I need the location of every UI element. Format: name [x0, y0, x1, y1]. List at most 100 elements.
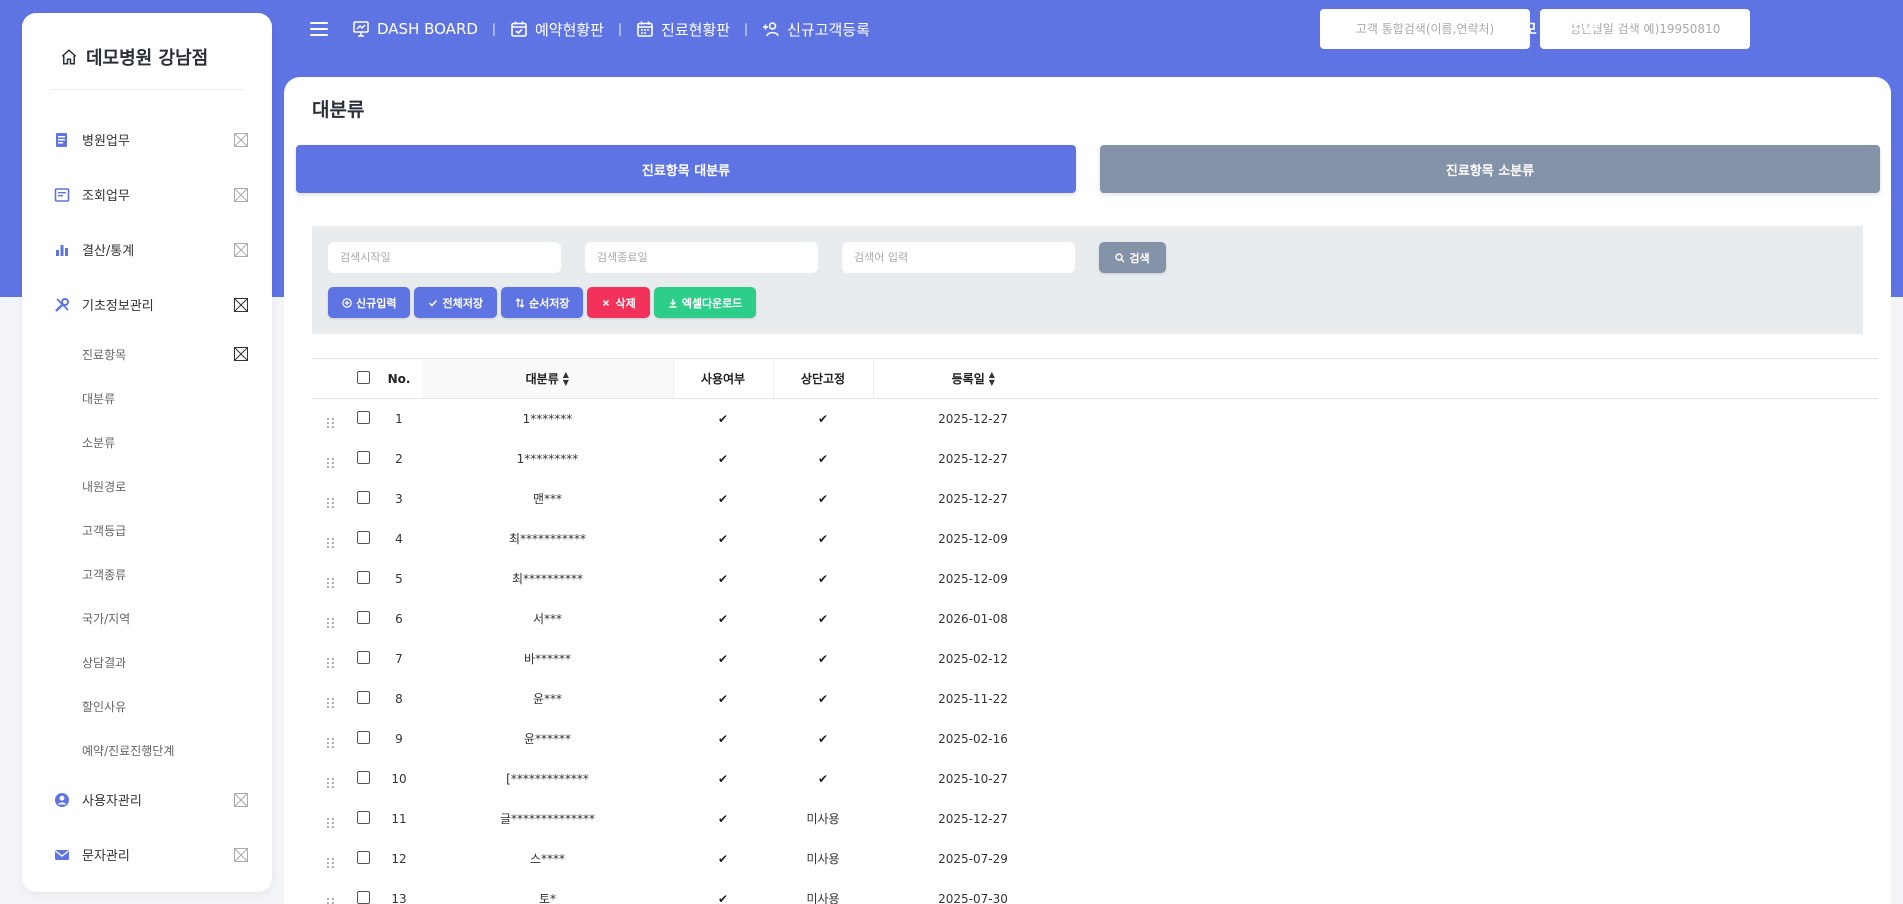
- row-category[interactable]: 윤***: [422, 679, 673, 719]
- sidebar-item-statistics[interactable]: 결산/통계: [22, 222, 272, 277]
- row-category[interactable]: 글**************: [422, 799, 673, 839]
- tab-major-category[interactable]: 진료항목 대분류: [296, 145, 1076, 193]
- save-order-button[interactable]: 순서저장: [500, 287, 584, 318]
- row-checkbox[interactable]: [356, 530, 370, 544]
- row-checkbox[interactable]: [356, 410, 370, 424]
- keyword-input[interactable]: [842, 242, 1075, 273]
- table-row[interactable]: 8 윤*** ✔ ✔ 2025-11-22: [312, 679, 1878, 719]
- sidebar-subitem-country[interactable]: 국가/지역: [22, 596, 272, 640]
- table-row[interactable]: 3 맨*** ✔ ✔ 2025-12-27: [312, 479, 1878, 519]
- sidebar-subitem-visit-route[interactable]: 내원경로: [22, 464, 272, 508]
- table-row[interactable]: 2 1********* ✔ ✔ 2025-12-27: [312, 439, 1878, 479]
- sidebar-subitem-progress-stage[interactable]: 예약/진료진행단계: [22, 728, 272, 772]
- row-checkbox[interactable]: [356, 690, 370, 704]
- drag-handle-icon[interactable]: [327, 578, 335, 588]
- drag-handle-icon[interactable]: [327, 538, 335, 548]
- drag-handle-icon[interactable]: [327, 658, 335, 668]
- sidebar-item-hospital-work[interactable]: 병원업무: [22, 112, 272, 167]
- table-row[interactable]: 9 윤****** ✔ ✔ 2025-02-16: [312, 719, 1878, 759]
- tab-minor-category[interactable]: 진료항목 소분류: [1100, 145, 1880, 193]
- hamburger-menu-icon[interactable]: [310, 22, 328, 36]
- nav-treatment-board[interactable]: 진료현황판: [636, 19, 730, 40]
- table-row[interactable]: 1 1******* ✔ ✔ 2025-12-27: [312, 399, 1878, 439]
- end-date-input[interactable]: [585, 242, 818, 273]
- row-category[interactable]: 최***********: [422, 519, 673, 559]
- table-row[interactable]: 11 글************** ✔ 미사용 2025-12-27: [312, 799, 1878, 839]
- row-checkbox[interactable]: [356, 610, 370, 624]
- brand[interactable]: 데모병원 강남점: [22, 13, 272, 75]
- expand-toggle-icon[interactable]: [234, 347, 248, 361]
- table-row[interactable]: 6 서*** ✔ ✔ 2026-01-08: [312, 599, 1878, 639]
- nav-new-customer[interactable]: 신규고객등록: [762, 19, 870, 40]
- sidebar-subitem-discount-reason[interactable]: 할인사유: [22, 684, 272, 728]
- nav-dashboard[interactable]: DASH BOARD: [352, 20, 478, 38]
- row-checkbox[interactable]: [356, 650, 370, 664]
- row-category[interactable]: 토*: [422, 879, 673, 904]
- row-checkbox[interactable]: [356, 570, 370, 584]
- save-all-button[interactable]: 전체저장: [414, 287, 497, 318]
- delete-button[interactable]: 삭제: [587, 287, 650, 318]
- search-button[interactable]: 검색: [1099, 242, 1166, 273]
- expand-toggle-icon[interactable]: [234, 297, 248, 312]
- row-category[interactable]: 윤******: [422, 719, 673, 759]
- row-checkbox[interactable]: [356, 730, 370, 744]
- column-header-category[interactable]: 대분류 ▲ ▼: [422, 358, 674, 399]
- row-category[interactable]: 1*******: [422, 399, 673, 439]
- sidebar-subitem-minor[interactable]: 소분류: [22, 420, 272, 464]
- drag-handle-icon[interactable]: [327, 858, 335, 868]
- sidebar-item-sms[interactable]: 문자관리: [22, 827, 272, 882]
- row-checkbox[interactable]: [356, 450, 370, 464]
- drag-handle-icon[interactable]: [327, 738, 335, 748]
- drag-handle-icon[interactable]: [327, 818, 335, 828]
- sidebar-item-basic-info[interactable]: 기초정보관리: [22, 277, 272, 332]
- sidebar-subitem-treatment[interactable]: 진료항목: [22, 332, 272, 376]
- row-checkbox[interactable]: [356, 490, 370, 504]
- table-row[interactable]: 10 [************* ✔ ✔ 2025-10-27: [312, 759, 1878, 799]
- select-cell: [350, 679, 376, 719]
- drag-handle-icon[interactable]: [327, 698, 335, 708]
- nav-reservation-board[interactable]: 예약현황판: [510, 19, 604, 40]
- row-checkbox[interactable]: [356, 890, 370, 904]
- sidebar-item-users[interactable]: 사용자관리: [22, 772, 272, 827]
- sort-icon[interactable]: ▲ ▼: [563, 371, 569, 387]
- table-row[interactable]: 7 바****** ✔ ✔ 2025-02-12: [312, 639, 1878, 679]
- row-checkbox[interactable]: [356, 850, 370, 864]
- excel-download-button[interactable]: 엑셀다운로드: [653, 287, 757, 318]
- drag-handle-icon[interactable]: [327, 498, 335, 508]
- logout-link[interactable]: Logout: [1545, 19, 1600, 35]
- row-category[interactable]: 맨***: [422, 479, 673, 519]
- row-category[interactable]: [*************: [422, 759, 673, 799]
- table-row[interactable]: 4 최*********** ✔ ✔ 2025-12-09: [312, 519, 1878, 559]
- row-checkbox[interactable]: [356, 810, 370, 824]
- sidebar-subitem-major[interactable]: 대분류: [22, 376, 272, 420]
- row-category[interactable]: 스****: [422, 839, 673, 879]
- sidebar-subitem-consult-result[interactable]: 상담결과: [22, 640, 272, 684]
- row-category[interactable]: 바******: [422, 639, 673, 679]
- expand-toggle-icon[interactable]: [234, 187, 248, 202]
- expand-toggle-icon[interactable]: [234, 847, 248, 862]
- sidebar-subitem-customer-type[interactable]: 고객종류: [22, 552, 272, 596]
- sidebar-item-inquiry[interactable]: 조회업무: [22, 167, 272, 222]
- sort-icon[interactable]: ▲ ▼: [989, 371, 995, 387]
- drag-handle-icon[interactable]: [327, 778, 335, 788]
- sidebar-subitem-label: 고객등급: [82, 523, 127, 538]
- expand-toggle-icon[interactable]: [234, 132, 248, 147]
- row-category[interactable]: 최**********: [422, 559, 673, 599]
- start-date-input[interactable]: [328, 242, 561, 273]
- row-category[interactable]: 서***: [422, 599, 673, 639]
- column-header-registered[interactable]: 등록일 ▲ ▼: [873, 358, 1073, 399]
- row-checkbox[interactable]: [356, 770, 370, 784]
- new-entry-button[interactable]: 신규입력: [328, 287, 411, 318]
- drag-handle-icon[interactable]: [327, 458, 335, 468]
- table-row[interactable]: 5 최********** ✔ ✔ 2025-12-09: [312, 559, 1878, 599]
- sidebar-subitem-customer-grade[interactable]: 고객등급: [22, 508, 272, 552]
- select-all-checkbox[interactable]: [356, 370, 370, 384]
- table-row[interactable]: 12 스**** ✔ 미사용 2025-07-29: [312, 839, 1878, 879]
- table-row[interactable]: 13 토* ✔ 미사용 2025-07-30: [312, 879, 1878, 904]
- expand-toggle-icon[interactable]: [234, 242, 248, 257]
- drag-handle-icon[interactable]: [327, 618, 335, 628]
- row-category[interactable]: 1*********: [422, 439, 673, 479]
- drag-handle-icon[interactable]: [327, 418, 335, 429]
- drag-handle-icon[interactable]: [327, 898, 335, 904]
- expand-toggle-icon[interactable]: [234, 792, 248, 807]
